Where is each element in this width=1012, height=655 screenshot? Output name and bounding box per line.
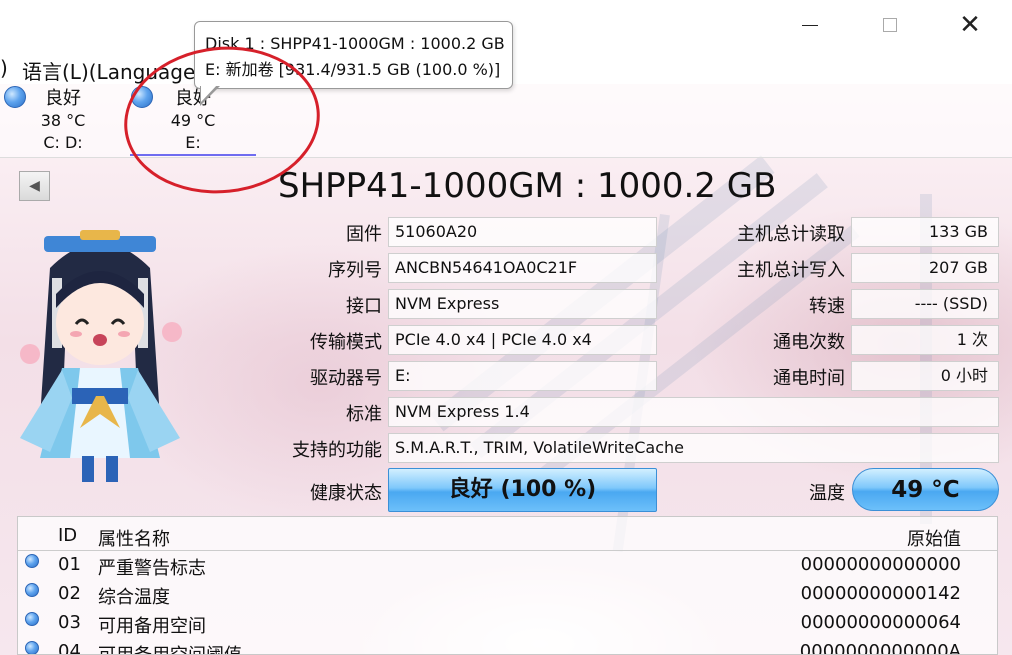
maximize-button[interactable] (867, 8, 913, 42)
status-good-icon (25, 583, 39, 597)
health-label: 健康状态 (310, 483, 382, 504)
temperature-label: 温度 (809, 483, 845, 504)
row-id: 02 (58, 583, 81, 604)
minimize-button[interactable] (787, 8, 833, 42)
row-raw: 0000000000000A (799, 641, 961, 655)
table-row[interactable]: 04 可用备用空间阈值 0000000000000A (18, 638, 997, 655)
interface-value: NVM Express (388, 289, 657, 319)
disk-title: SHPP41-1000GM : 1000.2 GB (278, 166, 777, 206)
row-id: 04 (58, 641, 81, 655)
row-id: 03 (58, 612, 81, 633)
host-reads-value: 133 GB (851, 217, 999, 247)
power-count-value: 1 次 (851, 325, 999, 355)
maximize-icon (883, 18, 897, 32)
arrow-left-icon: ◀ (29, 178, 40, 194)
host-reads-label: 主机总计读取 (737, 224, 845, 245)
table-header: ID 属性名称 原始值 (18, 517, 997, 551)
row-id: 01 (58, 554, 81, 575)
row-raw: 00000000000064 (800, 612, 961, 633)
row-name: 可用备用空间阈值 (98, 641, 242, 654)
row-raw: 00000000000000 (800, 554, 961, 575)
standard-value: NVM Express 1.4 (388, 397, 999, 427)
firmware-label: 固件 (346, 224, 382, 245)
status-good-icon (25, 554, 39, 568)
power-count-label: 通电次数 (773, 332, 845, 353)
interface-label: 接口 (346, 296, 382, 317)
minimize-icon (802, 24, 818, 26)
health-status-button[interactable]: 良好 (100 %) (388, 468, 657, 512)
close-button[interactable]: ✕ (947, 8, 993, 42)
column-header-id[interactable]: ID (58, 525, 77, 546)
rotation-label: 转速 (809, 296, 845, 317)
status-good-icon (25, 612, 39, 626)
disk-tab-drives: C: D: (43, 133, 83, 152)
features-value: S.M.A.R.T., TRIM, VolatileWriteCache (388, 433, 999, 463)
rotation-value: ---- (SSD) (851, 289, 999, 319)
serial-label: 序列号 (328, 260, 382, 281)
drive-letter-label: 驱动器号 (310, 368, 382, 389)
status-good-icon (25, 641, 39, 654)
row-raw: 00000000000142 (800, 583, 961, 604)
row-name: 可用备用空间 (98, 616, 206, 637)
previous-disk-button[interactable]: ◀ (19, 171, 50, 201)
disk-tab-temp: 38 °C (40, 111, 86, 130)
smart-attribute-table[interactable]: ID 属性名称 原始值 01 严重警告标志 00000000000000 02 … (17, 516, 998, 655)
column-header-name[interactable]: 属性名称 (98, 525, 170, 551)
table-row[interactable]: 03 可用备用空间 00000000000064 (18, 609, 997, 638)
row-name: 严重警告标志 (98, 558, 206, 579)
temperature-button[interactable]: 49 °C (852, 468, 999, 511)
firmware-value: 51060A20 (388, 217, 657, 247)
table-row[interactable]: 01 严重警告标志 00000000000000 (18, 551, 997, 580)
status-good-icon (4, 86, 26, 108)
table-row[interactable]: 02 综合温度 00000000000142 (18, 580, 997, 609)
power-hours-value: 0 小时 (851, 361, 999, 391)
close-icon: ✕ (959, 10, 981, 40)
menu-item-fragment[interactable]: ) (0, 56, 8, 80)
disk-tab-cd[interactable]: 良好 38 °C C: D: (0, 84, 126, 156)
features-label: 支持的功能 (292, 440, 382, 461)
standard-label: 标准 (346, 404, 382, 425)
power-hours-label: 通电时间 (773, 368, 845, 389)
transfer-mode-value: PCIe 4.0 x4 | PCIe 4.0 x4 (388, 325, 657, 355)
host-writes-label: 主机总计写入 (737, 260, 845, 281)
transfer-mode-label: 传输模式 (310, 332, 382, 353)
mascot-character-image (20, 230, 182, 482)
column-header-raw[interactable]: 原始值 (907, 525, 961, 551)
host-writes-value: 207 GB (851, 253, 999, 283)
row-name: 综合温度 (98, 587, 170, 608)
drive-letter-value: E: (388, 361, 657, 391)
serial-value: ANCBN54641OA0C21F (388, 253, 657, 283)
